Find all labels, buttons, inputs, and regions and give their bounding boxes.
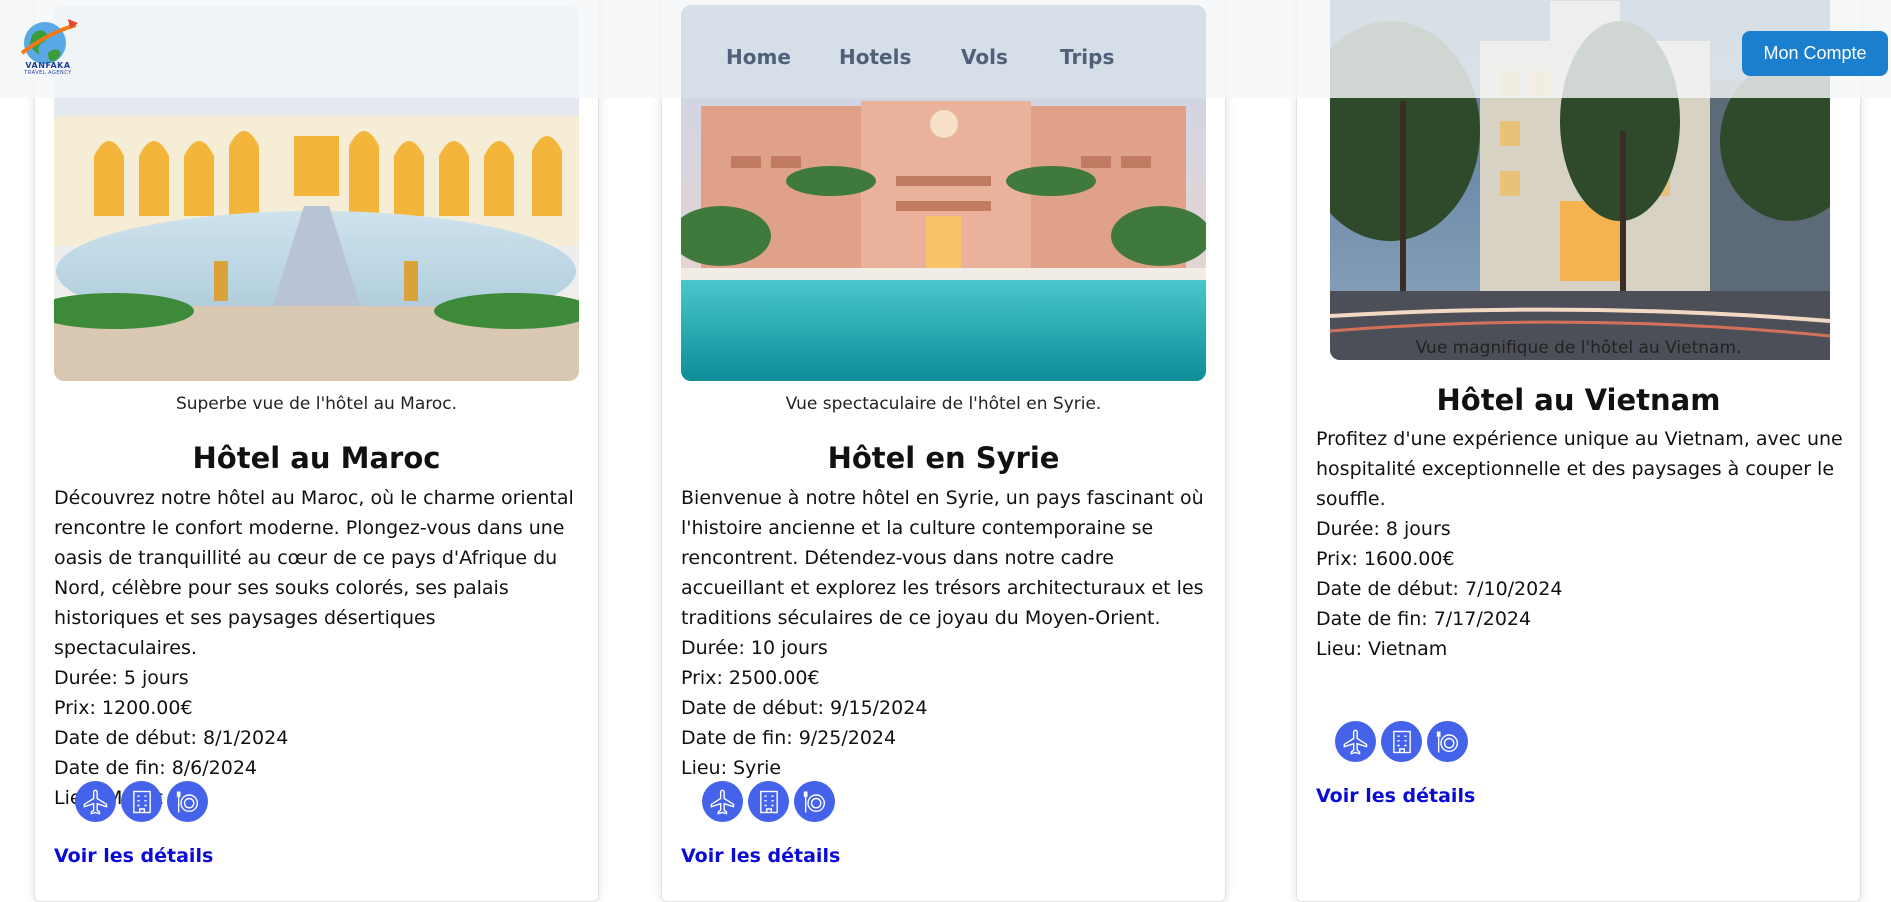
feature-icons (75, 781, 208, 822)
hotel-icon[interactable] (1381, 721, 1422, 762)
hotel-location: Lieu: Vietnam (1316, 638, 1448, 660)
hotel-description: Découvrez notre hôtel au Maroc, où le ch… (54, 487, 574, 659)
hotel-duration: Durée: 10 jours (681, 637, 828, 659)
hotel-icon[interactable] (748, 781, 789, 822)
hotel-description: Profitez d'une expérience unique au Viet… (1316, 428, 1843, 510)
feature-icons (1335, 721, 1468, 762)
view-details-link[interactable]: Voir les détails (681, 845, 840, 867)
plane-icon[interactable] (1335, 721, 1376, 762)
nav-menu: Home Hotels Vols Trips (681, 5, 1206, 98)
hotel-price: Prix: 1200.00€ (54, 697, 193, 719)
image-caption: Vue magnifique de l'hôtel au Vietnam. (1415, 338, 1742, 358)
hotel-card-maroc: Superbe vue de l'hôtel au Maroc. Hôtel a… (34, 0, 599, 902)
feature-icons (702, 781, 835, 822)
hotel-end-date: Date de fin: 8/6/2024 (54, 757, 258, 779)
nav-home[interactable]: Home (726, 45, 791, 69)
hotel-info: Profitez d'une expérience unique au Viet… (1316, 424, 1846, 664)
nav-trips[interactable]: Trips (1060, 45, 1114, 69)
food-icon[interactable] (794, 781, 835, 822)
hotel-start-date: Date de début: 7/10/2024 (1316, 578, 1563, 600)
hotel-title: Hôtel au Maroc (192, 441, 441, 475)
hotel-description: Bienvenue à notre hôtel en Syrie, un pay… (681, 487, 1204, 629)
hotel-title: Hôtel au Vietnam (1436, 383, 1721, 417)
account-button[interactable]: Mon Compte (1742, 31, 1888, 76)
hotel-start-date: Date de début: 9/15/2024 (681, 697, 928, 719)
logo-tagline: TRAVEL AGENCY (24, 70, 72, 76)
view-details-link[interactable]: Voir les détails (54, 845, 213, 867)
hotel-icon[interactable] (121, 781, 162, 822)
food-icon[interactable] (1427, 721, 1468, 762)
hotel-price: Prix: 1600.00€ (1316, 548, 1455, 570)
image-caption: Superbe vue de l'hôtel au Maroc. (175, 394, 458, 414)
hotel-info: Bienvenue à notre hôtel en Syrie, un pay… (681, 483, 1211, 783)
hotel-location: Lieu: Syrie (681, 757, 782, 779)
hotel-end-date: Date de fin: 9/25/2024 (681, 727, 897, 749)
hotel-end-date: Date de fin: 7/17/2024 (1316, 608, 1532, 630)
hotel-start-date: Date de début: 8/1/2024 (54, 727, 289, 749)
food-icon[interactable] (167, 781, 208, 822)
hotel-card-vietnam: Vue magnifique de l'hôtel au Vietnam. Hô… (1296, 0, 1861, 902)
hotel-title: Hôtel en Syrie (827, 441, 1060, 475)
plane-icon[interactable] (702, 781, 743, 822)
hotel-price: Prix: 2500.00€ (681, 667, 820, 689)
image-caption: Vue spectaculaire de l'hôtel en Syrie. (785, 394, 1102, 414)
hotel-duration: Durée: 8 jours (1316, 518, 1451, 540)
logo-text: VANFAKA TRAVEL AGENCY (12, 61, 84, 76)
nav-vols[interactable]: Vols (961, 45, 1008, 69)
hotel-card-syrie: Vue spectaculaire de l'hôtel en Syrie. H… (661, 0, 1226, 902)
plane-icon[interactable] (75, 781, 116, 822)
nav-hotels[interactable]: Hotels (839, 45, 911, 69)
hotel-info: Découvrez notre hôtel au Maroc, où le ch… (54, 483, 584, 813)
logo-brand: VANFAKA (25, 61, 71, 70)
view-details-link[interactable]: Voir les détails (1316, 785, 1475, 807)
hotel-duration: Durée: 5 jours (54, 667, 189, 689)
